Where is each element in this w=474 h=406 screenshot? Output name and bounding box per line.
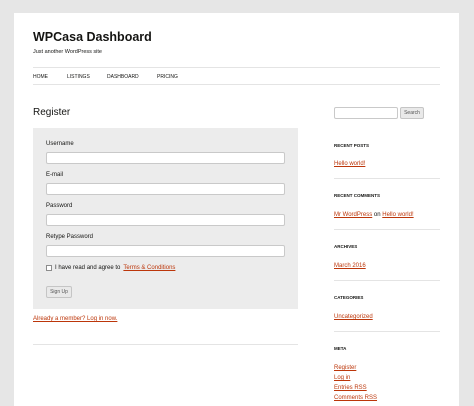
content-divider [33, 344, 298, 345]
username-label: Username [46, 141, 74, 147]
page-container: WPCasa Dashboard Just another WordPress … [14, 13, 459, 406]
comment-post-link[interactable]: Hello world! [382, 212, 413, 218]
terms-text: I have read and agree to [55, 265, 121, 271]
nav-item-dashboard[interactable]: DASHBOARD [107, 74, 139, 80]
widget-divider [334, 331, 440, 332]
comment-on-text: on [373, 212, 381, 218]
nav-item-pricing[interactable]: PRICING [157, 74, 178, 80]
archives-title: ARCHIVES [334, 244, 358, 249]
meta-register-link[interactable]: Register [334, 365, 356, 371]
retype-password-label: Retype Password [46, 234, 94, 240]
meta-comments-rss-link[interactable]: Comments RSS [334, 395, 377, 401]
page-title: Register [33, 107, 71, 118]
search-button[interactable]: Search [400, 107, 424, 119]
main-navigation: HOME LISTINGS DASHBOARD PRICING [33, 67, 440, 85]
nav-item-home[interactable]: HOME [33, 74, 48, 80]
comment-author-link[interactable]: Mr WordPress [334, 212, 372, 218]
email-field[interactable] [46, 183, 285, 195]
password-label: Password [46, 203, 73, 209]
categories-title: CATEGORIES [334, 295, 364, 300]
register-form: Username E-mail Password Retype Password… [33, 128, 298, 309]
meta-login-link[interactable]: Log in [334, 375, 350, 381]
meta-entries-rss-link[interactable]: Entries RSS [334, 385, 367, 391]
recent-posts-title: RECENT POSTS [334, 143, 370, 148]
nav-item-listings[interactable]: LISTINGS [67, 74, 90, 80]
archive-link[interactable]: March 2016 [334, 263, 366, 269]
category-link[interactable]: Uncategorized [334, 314, 373, 320]
email-label: E-mail [46, 172, 64, 178]
meta-title: META [334, 346, 347, 351]
password-field[interactable] [46, 214, 285, 226]
recent-post-link[interactable]: Hello world! [334, 161, 365, 167]
terms-link[interactable]: Terms & Conditions [123, 265, 175, 271]
retype-password-field[interactable] [46, 245, 285, 257]
signup-button[interactable]: Sign Up [46, 286, 72, 298]
recent-comment-item: Mr WordPress on Hello world! [334, 212, 414, 218]
username-field[interactable] [46, 152, 285, 164]
site-title[interactable]: WPCasa Dashboard [33, 30, 152, 44]
search-input[interactable] [334, 107, 398, 119]
widget-divider [334, 178, 440, 179]
terms-checkbox[interactable] [46, 265, 52, 271]
widget-divider [334, 280, 440, 281]
login-link[interactable]: Already a member? Log in now. [33, 316, 117, 322]
site-description: Just another WordPress site [33, 49, 102, 55]
widget-divider [334, 229, 440, 230]
terms-row: I have read and agree to Terms & Conditi… [46, 265, 175, 271]
recent-comments-title: RECENT COMMENTS [334, 193, 380, 198]
